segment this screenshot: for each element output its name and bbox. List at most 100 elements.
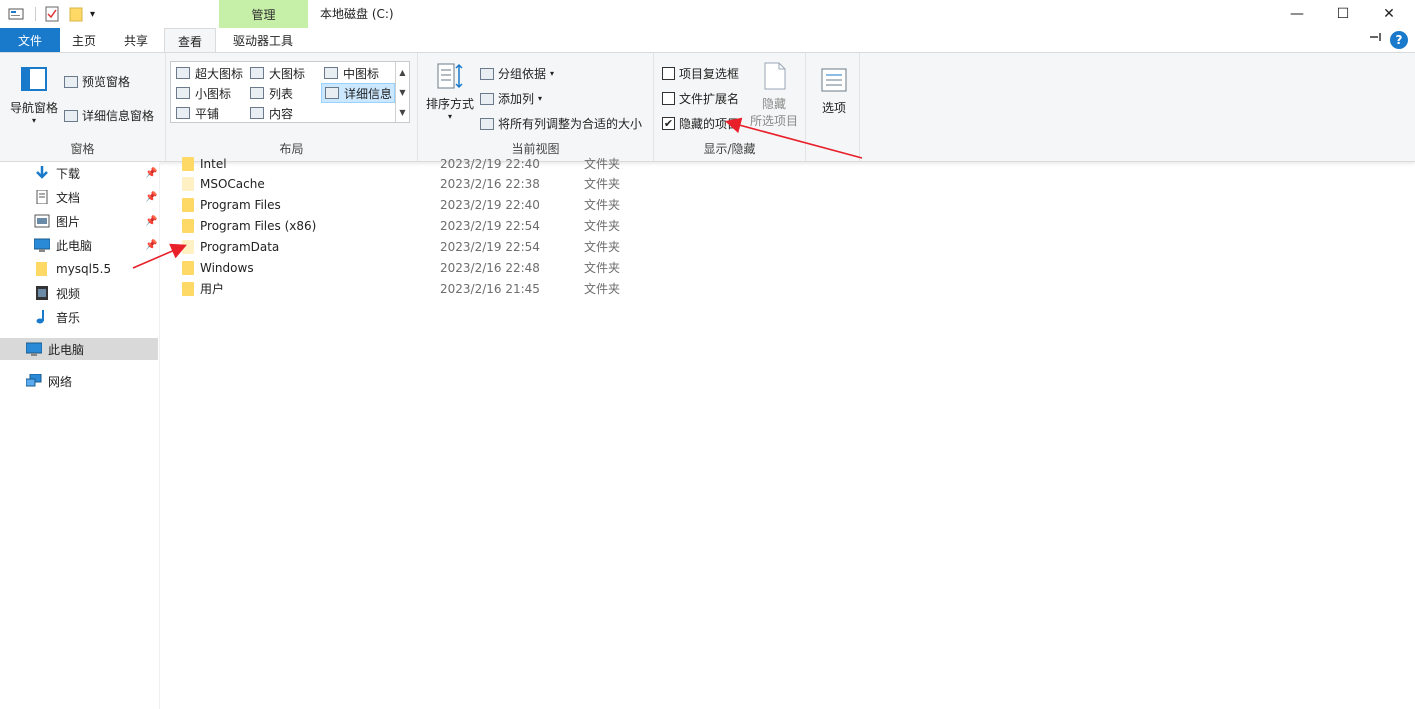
document-icon [36, 190, 48, 204]
new-folder-icon[interactable] [68, 6, 84, 22]
nav-item-label: 网络 [48, 374, 73, 389]
pin-icon[interactable]: 📌 [145, 168, 157, 179]
tab-file[interactable]: 文件 [0, 28, 60, 52]
nav-item-label: 此电脑 [56, 238, 93, 253]
item-checkboxes-toggle[interactable]: 项目复选框 [662, 65, 739, 82]
hidden-items-toggle[interactable]: ✔ 隐藏的项目 [662, 115, 739, 132]
nav-item-network[interactable]: 网络 [26, 370, 158, 392]
list-icon [250, 87, 264, 99]
checklist-icon[interactable] [44, 6, 60, 22]
file-row[interactable]: 用户 2023/2/16 21:45 文件夹 [160, 278, 640, 299]
details-pane-icon [64, 109, 78, 122]
tiles-icon [176, 107, 190, 119]
hide-selected-icon [764, 62, 786, 90]
add-columns-button[interactable]: 添加列 ▾ [480, 90, 542, 107]
file-row[interactable]: MSOCache 2023/2/16 22:38 文件夹 [160, 173, 640, 194]
size-all-columns-button[interactable]: 将所有列调整为合适的大小 [480, 115, 642, 132]
layout-expand-icon[interactable]: ▼ [395, 102, 409, 122]
nav-item-label: 文档 [56, 190, 81, 205]
video-icon [36, 286, 48, 300]
file-date: 2023/2/19 22:40 [440, 156, 540, 171]
tab-share[interactable]: 共享 [114, 28, 158, 52]
layout-details[interactable]: 详细信息 [321, 83, 395, 103]
file-row[interactable]: Program Files (x86) 2023/2/19 22:54 文件夹 [160, 215, 640, 236]
music-icon [36, 310, 44, 324]
group-show-hide-label: 显示/隐藏 [703, 142, 756, 156]
nav-item-mysql[interactable]: mysql5.5 [34, 258, 160, 280]
options-button[interactable]: 选项 [812, 65, 856, 116]
customize-toolbar-icon[interactable]: ▾ [90, 9, 95, 20]
help-icon[interactable]: ? [1390, 31, 1408, 49]
preview-pane-button[interactable]: 预览窗格 [64, 73, 130, 90]
group-by-button[interactable]: 分组依据 ▾ [480, 65, 554, 82]
minimize-button[interactable]: — [1274, 0, 1320, 28]
nav-item-this-pc-pinned[interactable]: 此电脑 📌 [34, 234, 160, 256]
preview-pane-icon [64, 75, 78, 88]
nav-item-pictures[interactable]: 图片 📌 [34, 210, 160, 232]
nav-item-music[interactable]: 音乐 [34, 306, 160, 328]
properties-icon[interactable] [8, 6, 24, 22]
file-type: 文件夹 [584, 177, 621, 191]
nav-item-videos[interactable]: 视频 [34, 282, 160, 304]
layout-large-icons[interactable]: 大图标 [247, 63, 319, 83]
layout-scroll-up-icon[interactable]: ▲ [395, 62, 409, 82]
file-row[interactable]: Windows 2023/2/16 22:48 文件夹 [160, 257, 640, 278]
ribbon-tabs: 文件 主页 共享 查看 驱动器工具 ? [0, 28, 1415, 53]
pin-icon[interactable]: 📌 [145, 240, 157, 251]
layout-small-icons[interactable]: 小图标 [173, 83, 245, 103]
layout-list[interactable]: 列表 [247, 83, 319, 103]
file-name: MSOCache [200, 176, 265, 191]
file-date: 2023/2/16 22:48 [440, 260, 540, 275]
tab-home[interactable]: 主页 [62, 28, 106, 52]
dropdown-arrow-icon: ▾ [447, 112, 452, 121]
file-extensions-toggle[interactable]: 文件扩展名 [662, 90, 739, 107]
expand-ribbon-icon[interactable] [1368, 30, 1384, 47]
download-icon [36, 166, 48, 179]
file-name: Program Files (x86) [200, 218, 317, 233]
nav-item-this-pc[interactable]: 此电脑 [0, 338, 158, 360]
group-layout: 超大图标 大图标 中图标 小图标 列表 详细信息 平铺 内容 ▲ ▼ ▼ 布局 [166, 53, 418, 161]
file-type: 文件夹 [584, 219, 621, 233]
content-icon [250, 107, 264, 119]
file-extensions-checkbox[interactable] [662, 92, 675, 105]
sort-by-button[interactable]: 排序方式 ▾ [422, 61, 478, 121]
item-checkboxes-label: 项目复选框 [679, 67, 740, 81]
nav-item-label: 音乐 [56, 310, 81, 325]
group-by-icon [480, 67, 494, 80]
nav-pane-icon [21, 67, 47, 91]
tab-manage[interactable]: 管理 [219, 0, 308, 28]
nav-item-downloads[interactable]: 下载 📌 [34, 162, 160, 184]
tab-drive-tools[interactable]: 驱动器工具 [220, 28, 306, 52]
file-row[interactable]: Program Files 2023/2/19 22:40 文件夹 [160, 194, 640, 215]
pin-icon[interactable]: 📌 [145, 192, 157, 203]
tab-view[interactable]: 查看 [164, 28, 216, 53]
file-date: 2023/2/19 22:40 [440, 197, 540, 212]
layout-medium-icons[interactable]: 中图标 [321, 63, 393, 83]
pin-icon[interactable]: 📌 [145, 216, 157, 227]
group-panes: 导航窗格 ▾ 预览窗格 详细信息窗格 窗格 [0, 53, 166, 161]
hide-selected-items-button[interactable]: 隐藏 所选项目 [746, 61, 802, 129]
large-icons-icon [250, 67, 264, 79]
file-type: 文件夹 [584, 261, 621, 275]
computer-icon [34, 238, 50, 252]
nav-item-documents[interactable]: 文档 📌 [34, 186, 160, 208]
file-row[interactable]: Intel 2023/2/19 22:40 文件夹 [160, 153, 640, 174]
close-button[interactable]: ✕ [1366, 0, 1412, 28]
maximize-button[interactable]: ☐ [1320, 0, 1366, 28]
nav-pane-button[interactable]: 导航窗格 ▾ [6, 65, 62, 125]
hidden-items-checkbox[interactable]: ✔ [662, 117, 675, 130]
file-date: 2023/2/19 22:54 [440, 239, 540, 254]
file-row[interactable]: ProgramData 2023/2/19 22:54 文件夹 [160, 236, 640, 257]
hidden-items-label: 隐藏的项目 [679, 117, 740, 131]
layout-scroll-down-icon[interactable]: ▼ [395, 82, 409, 102]
file-date: 2023/2/16 22:38 [440, 176, 540, 191]
file-type: 文件夹 [584, 240, 621, 254]
layout-tiles[interactable]: 平铺 [173, 103, 245, 123]
item-checkboxes-checkbox[interactable] [662, 67, 675, 80]
details-pane-button[interactable]: 详细信息窗格 [64, 107, 154, 124]
layout-content[interactable]: 内容 [247, 103, 319, 123]
add-columns-icon [480, 92, 494, 105]
details-pane-label: 详细信息窗格 [82, 109, 155, 123]
layout-item-label: 小图标 [195, 86, 232, 101]
layout-extra-large-icons[interactable]: 超大图标 [173, 63, 245, 83]
